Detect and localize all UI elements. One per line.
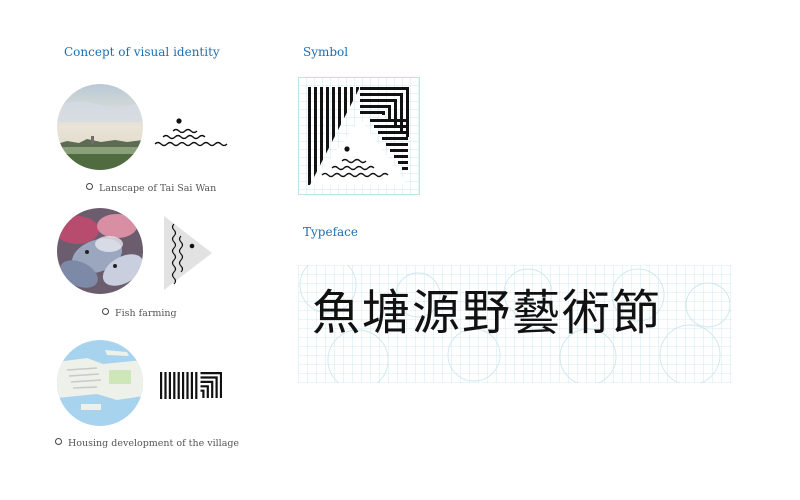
bullet-icon: [102, 308, 109, 315]
caption-fish-farming: Fish farming: [102, 308, 177, 319]
concept-heading: Concept of visual identity: [64, 45, 220, 59]
symbol-heading: Symbol: [303, 45, 349, 59]
sun-over-waves-icon: [154, 118, 228, 147]
typeface-specimen: 魚塘源野藝術節: [298, 265, 732, 383]
typeface-sample-text: 魚塘源野藝術節: [312, 285, 663, 341]
caption-landscape: Lanscape of Tai Sai Wan: [86, 183, 216, 194]
striped-corner-icon: [160, 372, 222, 399]
festival-symbol-icon: [298, 77, 420, 195]
fish-farming-photo: [57, 208, 143, 294]
caption-housing: Housing development of the village: [55, 438, 239, 449]
bullet-icon: [55, 438, 62, 445]
fish-icon: [164, 216, 212, 290]
bullet-icon: [86, 183, 93, 190]
landscape-photo: [57, 84, 143, 170]
typeface-heading: Typeface: [303, 225, 358, 239]
village-map-photo: [57, 340, 143, 426]
